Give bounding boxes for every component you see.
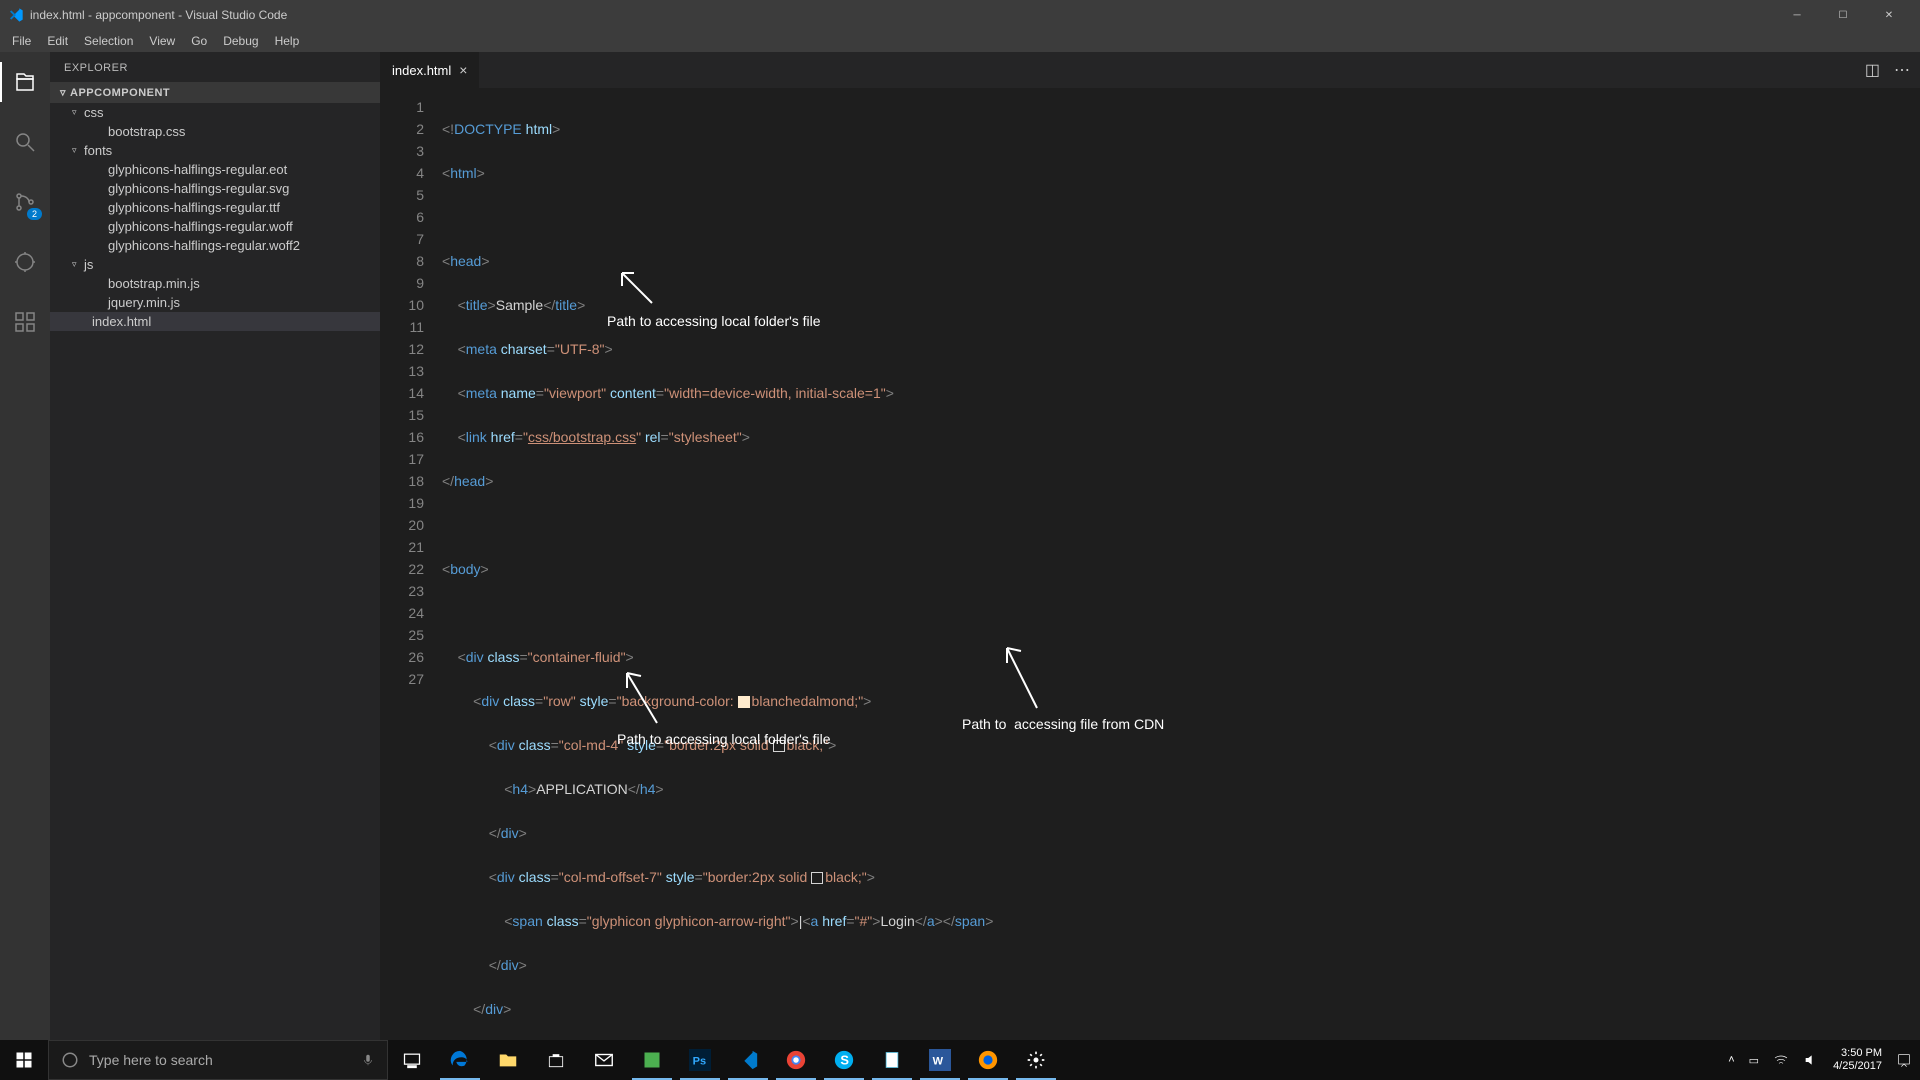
- annotation-2: Path to accessing local folder's file: [617, 728, 831, 750]
- activity-debug[interactable]: [0, 242, 50, 282]
- battery-icon[interactable]: ▭: [1749, 1054, 1759, 1067]
- file-bootstrap-js[interactable]: bootstrap.min.js: [50, 274, 380, 293]
- file-explorer-icon[interactable]: [484, 1040, 532, 1080]
- svg-text:W: W: [933, 1056, 944, 1068]
- minimize-button[interactable]: ─: [1774, 0, 1820, 30]
- edge-icon[interactable]: [436, 1040, 484, 1080]
- tray-chevron-icon[interactable]: ˄: [1728, 1054, 1734, 1066]
- svg-text:Ps: Ps: [693, 1056, 706, 1068]
- menu-selection[interactable]: Selection: [76, 32, 141, 50]
- activitybar: 2: [0, 52, 50, 1040]
- search-placeholder: Type here to search: [89, 1052, 213, 1068]
- window-title: index.html - appcomponent - Visual Studi…: [30, 8, 1774, 22]
- editor-body[interactable]: 1234567891011121314151617181920212223242…: [380, 88, 1920, 1040]
- editor-area: index.html × ◫ ⋯ 12345678910111213141516…: [380, 52, 1920, 1040]
- folder-fonts[interactable]: ▿fonts: [50, 141, 380, 160]
- vscode-icon: [8, 7, 24, 23]
- menu-file[interactable]: File: [4, 32, 39, 50]
- activity-extensions[interactable]: [0, 302, 50, 342]
- tab-label: index.html: [392, 63, 451, 78]
- file-bootstrap-css[interactable]: bootstrap.css: [50, 122, 380, 141]
- folder-js[interactable]: ▿js: [50, 255, 380, 274]
- file-glyph-ttf[interactable]: glyphicons-halflings-regular.ttf: [50, 198, 380, 217]
- system-tray: ˄ ▭ 3:50 PM 4/25/2017: [1720, 1047, 1920, 1073]
- file-tree: ▿css bootstrap.css ▿fonts glyphicons-hal…: [50, 103, 380, 331]
- folder-css[interactable]: ▿css: [50, 103, 380, 122]
- tab-bar: index.html × ◫ ⋯: [380, 52, 1920, 88]
- menu-help[interactable]: Help: [267, 32, 308, 50]
- titlebar: index.html - appcomponent - Visual Studi…: [0, 0, 1920, 30]
- activity-search[interactable]: [0, 122, 50, 162]
- settings-icon[interactable]: [1012, 1040, 1060, 1080]
- mail-icon[interactable]: [580, 1040, 628, 1080]
- search-box[interactable]: Type here to search: [48, 1040, 388, 1080]
- volume-icon[interactable]: [1803, 1052, 1819, 1068]
- file-jquery-js[interactable]: jquery.min.js: [50, 293, 380, 312]
- activity-explorer[interactable]: [0, 62, 50, 102]
- file-glyph-svg[interactable]: glyphicons-halflings-regular.svg: [50, 179, 380, 198]
- scm-badge: 2: [27, 208, 42, 220]
- arrow-icon: [612, 268, 662, 308]
- close-icon[interactable]: ×: [459, 62, 467, 78]
- firefox-icon[interactable]: [964, 1040, 1012, 1080]
- file-glyph-eot[interactable]: glyphicons-halflings-regular.eot: [50, 160, 380, 179]
- clock[interactable]: 3:50 PM 4/25/2017: [1833, 1047, 1882, 1073]
- menu-debug[interactable]: Debug: [215, 32, 266, 50]
- split-editor-icon[interactable]: ◫: [1865, 60, 1880, 80]
- vscode-taskbar-icon[interactable]: [724, 1040, 772, 1080]
- start-button[interactable]: [0, 1040, 48, 1080]
- notepad-icon[interactable]: [868, 1040, 916, 1080]
- wifi-icon[interactable]: [1773, 1052, 1789, 1068]
- more-icon[interactable]: ⋯: [1894, 60, 1910, 80]
- close-button[interactable]: ✕: [1866, 0, 1912, 30]
- menu-view[interactable]: View: [141, 32, 183, 50]
- arrow-icon: [617, 668, 667, 728]
- menu-go[interactable]: Go: [183, 32, 215, 50]
- annotation-3: Path to accessing file from CDN: [962, 713, 1164, 735]
- task-view-icon[interactable]: [388, 1040, 436, 1080]
- tab-index-html[interactable]: index.html ×: [380, 52, 480, 88]
- line-numbers: 1234567891011121314151617181920212223242…: [380, 88, 442, 1040]
- sidebar-section-header[interactable]: ▿APPCOMPONENT: [50, 82, 380, 103]
- sidebar: EXPLORER ▿APPCOMPONENT ▿css bootstrap.cs…: [50, 52, 380, 1040]
- sidebar-title: EXPLORER: [50, 52, 380, 82]
- arrow-icon: [997, 643, 1047, 713]
- activity-scm[interactable]: 2: [0, 182, 50, 222]
- photoshop-icon[interactable]: Ps: [676, 1040, 724, 1080]
- taskbar: Type here to search Ps S W ˄ ▭ 3:50 PM 4…: [0, 1040, 1920, 1080]
- menubar: File Edit Selection View Go Debug Help: [0, 30, 1920, 52]
- store-icon[interactable]: [532, 1040, 580, 1080]
- word-icon[interactable]: W: [916, 1040, 964, 1080]
- app-icon-green[interactable]: [628, 1040, 676, 1080]
- file-index-html[interactable]: index.html: [50, 312, 380, 331]
- annotation-1: Path to accessing local folder's file: [607, 310, 821, 332]
- chrome-icon[interactable]: [772, 1040, 820, 1080]
- file-glyph-woff2[interactable]: glyphicons-halflings-regular.woff2: [50, 236, 380, 255]
- cortana-icon: [61, 1051, 79, 1069]
- mic-icon[interactable]: [361, 1053, 375, 1067]
- menu-edit[interactable]: Edit: [39, 32, 76, 50]
- skype-icon[interactable]: S: [820, 1040, 868, 1080]
- notifications-icon[interactable]: [1896, 1052, 1912, 1068]
- maximize-button[interactable]: ☐: [1820, 0, 1866, 30]
- code-content[interactable]: <!DOCTYPE html> <html> <head> <title>Sam…: [442, 88, 1920, 1040]
- svg-text:S: S: [840, 1053, 849, 1068]
- file-glyph-woff[interactable]: glyphicons-halflings-regular.woff: [50, 217, 380, 236]
